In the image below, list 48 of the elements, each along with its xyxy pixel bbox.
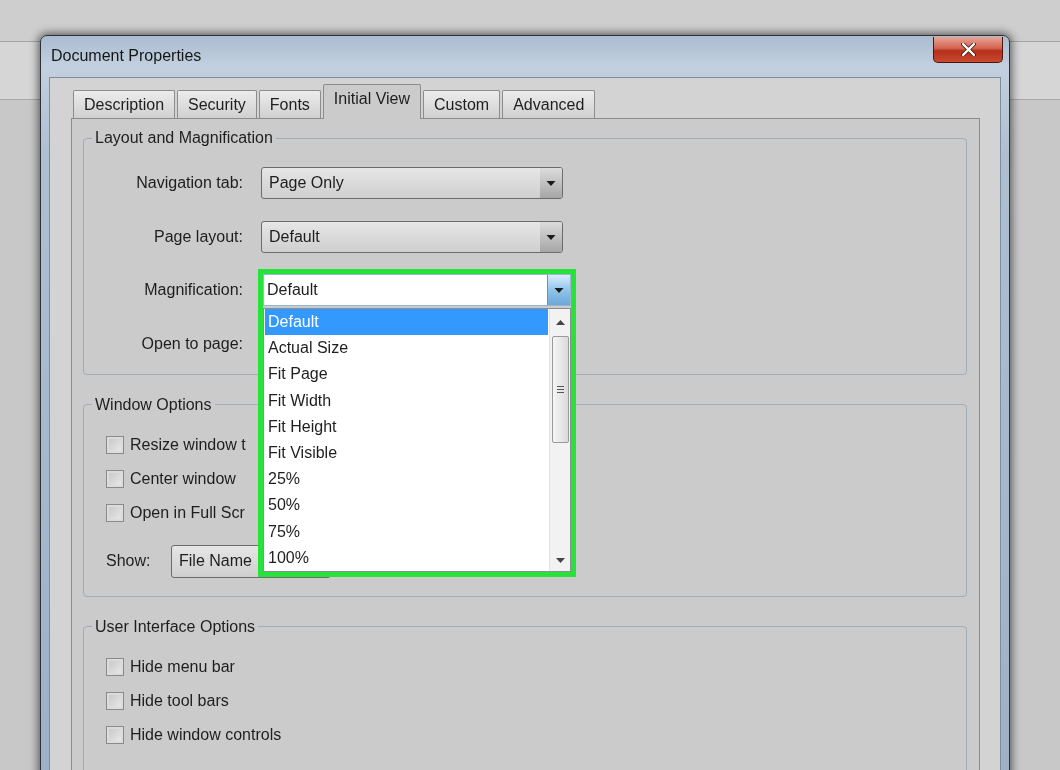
checkbox-label[interactable]: Center window	[130, 469, 236, 488]
scrollbar[interactable]	[549, 309, 570, 571]
tab[interactable]: Security	[177, 90, 257, 118]
field-label: Show:	[106, 552, 152, 570]
dropdown[interactable]: Default	[261, 220, 563, 253]
group-title: Window Options	[94, 394, 213, 415]
tab[interactable]: Description	[73, 90, 176, 118]
dropdown[interactable]: Page Only	[261, 167, 563, 199]
window-title: Document Properties	[51, 46, 202, 66]
field-label: Open to page:	[140, 334, 243, 353]
down-arrow-icon[interactable]	[555, 558, 565, 563]
checkbox[interactable]	[106, 469, 124, 488]
tab[interactable]: Advanced	[502, 90, 596, 118]
tab[interactable]: Custom	[423, 90, 501, 118]
list-option[interactable]: Fit Width	[265, 387, 548, 414]
close-icon	[960, 43, 976, 56]
group-title: Layout and Magnification	[94, 128, 274, 148]
checkbox-label[interactable]: Resize window t	[130, 435, 246, 454]
list-option[interactable]: 50%	[265, 492, 548, 519]
up-arrow-icon[interactable]	[555, 320, 565, 325]
checkbox-label[interactable]: Open in Full Scr	[130, 503, 245, 522]
checkbox[interactable]	[106, 503, 124, 522]
list-option[interactable]: 25%	[265, 466, 548, 493]
grip-icon	[556, 386, 564, 393]
close-button[interactable]	[933, 37, 1003, 63]
caret-icon	[547, 275, 570, 305]
checkbox-label[interactable]: Hide window controls	[130, 725, 282, 744]
tab[interactable]: Fonts	[258, 90, 321, 118]
field-label: Navigation tab:	[135, 174, 243, 192]
list-option[interactable]: 75%	[265, 518, 548, 545]
checkbox[interactable]	[106, 725, 124, 744]
list-option[interactable]: Actual Size	[265, 335, 548, 362]
field-label: Page layout:	[153, 227, 243, 246]
dropdown[interactable]: Default	[263, 274, 571, 306]
list-option[interactable]: Fit Page	[265, 361, 548, 388]
caret-icon	[540, 168, 562, 198]
checkbox[interactable]	[106, 435, 124, 454]
group-title: User Interface Options	[94, 616, 257, 637]
scrollbar-thumb[interactable]	[551, 336, 569, 443]
list-option[interactable]: Fit Height	[265, 413, 548, 440]
list-option[interactable]: Fit Visible	[265, 439, 548, 467]
checkbox-label[interactable]: Hide tool bars	[130, 691, 229, 710]
caret-icon	[540, 221, 562, 252]
field-label: Magnification:	[143, 281, 243, 299]
tab[interactable]: Initial View	[322, 84, 422, 119]
checkbox[interactable]	[106, 691, 124, 710]
checkbox[interactable]	[106, 657, 124, 676]
checkbox-label[interactable]: Hide menu bar	[130, 657, 235, 676]
